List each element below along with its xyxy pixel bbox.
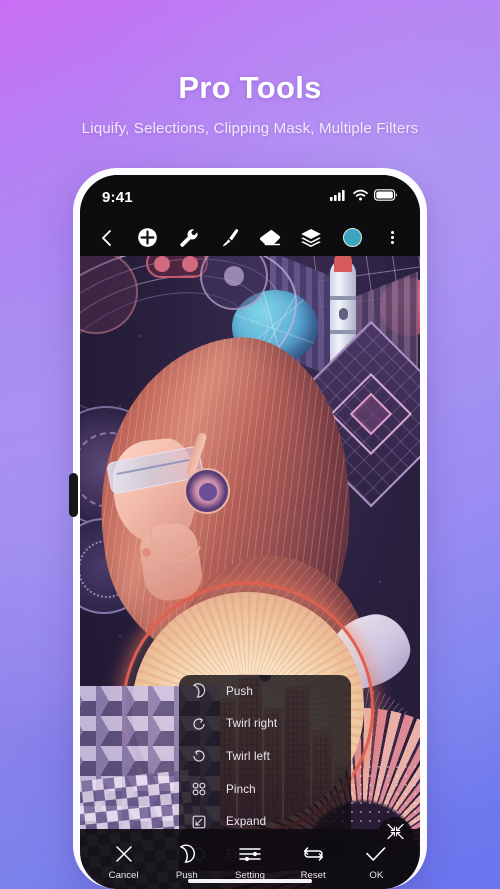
cancel-button[interactable]: Cancel — [96, 843, 152, 881]
phone-mockup: 9:41 Push Twirl right Twirl left Pinch E… — [69, 168, 427, 889]
status-time: 9:41 — [102, 188, 133, 206]
menu-item-label: Push — [226, 684, 254, 698]
menu-item-label: Twirl left — [226, 749, 271, 763]
wifi-icon — [353, 188, 368, 206]
menu-item-label: Expand — [226, 815, 267, 829]
page-subtitle: Liquify, Selections, Clipping Mask, Mult… — [81, 120, 419, 137]
menu-item-twirl-right[interactable]: Twirl right — [179, 708, 351, 741]
eraser-icon[interactable] — [257, 225, 283, 251]
push-crescent-icon — [177, 843, 197, 864]
status-bar: 9:41 — [80, 175, 420, 219]
push-crescent-icon — [190, 682, 208, 700]
menu-item-twirl-left[interactable]: Twirl left — [179, 740, 351, 773]
home-indicator[interactable] — [188, 878, 312, 883]
battery-icon — [374, 188, 398, 206]
menu-item-pinch[interactable]: Pinch — [179, 773, 351, 806]
push-mode-button[interactable]: Push — [159, 843, 215, 881]
collapse-button[interactable] — [378, 817, 412, 851]
editor-toolbar — [80, 219, 420, 256]
expand-arrow-icon — [190, 813, 208, 831]
reset-button[interactable]: Reset — [285, 843, 341, 881]
wrench-icon[interactable] — [176, 225, 202, 251]
pinch-dots-icon — [190, 780, 208, 798]
sliders-icon — [239, 843, 261, 864]
promo-header: Pro Tools Liquify, Selections, Clipping … — [0, 0, 500, 137]
signal-bars-icon — [330, 188, 347, 206]
button-label: OK — [369, 870, 384, 881]
page-title: Pro Tools — [178, 70, 322, 105]
add-circle-icon[interactable] — [135, 225, 161, 251]
back-chevron-icon[interactable] — [94, 225, 120, 251]
setting-button[interactable]: Setting — [222, 843, 278, 881]
menu-item-label: Twirl right — [226, 717, 278, 731]
brush-icon[interactable] — [217, 225, 243, 251]
status-indicators — [330, 188, 398, 206]
kebab-menu-icon[interactable] — [380, 225, 406, 251]
phone-side-button[interactable] — [69, 473, 78, 517]
collapse-arrows-icon — [386, 822, 405, 846]
close-x-icon — [114, 843, 134, 864]
twirl-right-icon — [190, 715, 208, 733]
menu-item-label: Pinch — [226, 782, 256, 796]
button-label: Cancel — [108, 870, 139, 881]
twirl-left-icon — [190, 747, 208, 765]
phone-screen: 9:41 Push Twirl right Twirl left Pinch E… — [80, 175, 420, 889]
layers-icon[interactable] — [298, 225, 324, 251]
loop-arrows-icon — [303, 843, 324, 864]
color-swatch[interactable] — [339, 225, 365, 251]
